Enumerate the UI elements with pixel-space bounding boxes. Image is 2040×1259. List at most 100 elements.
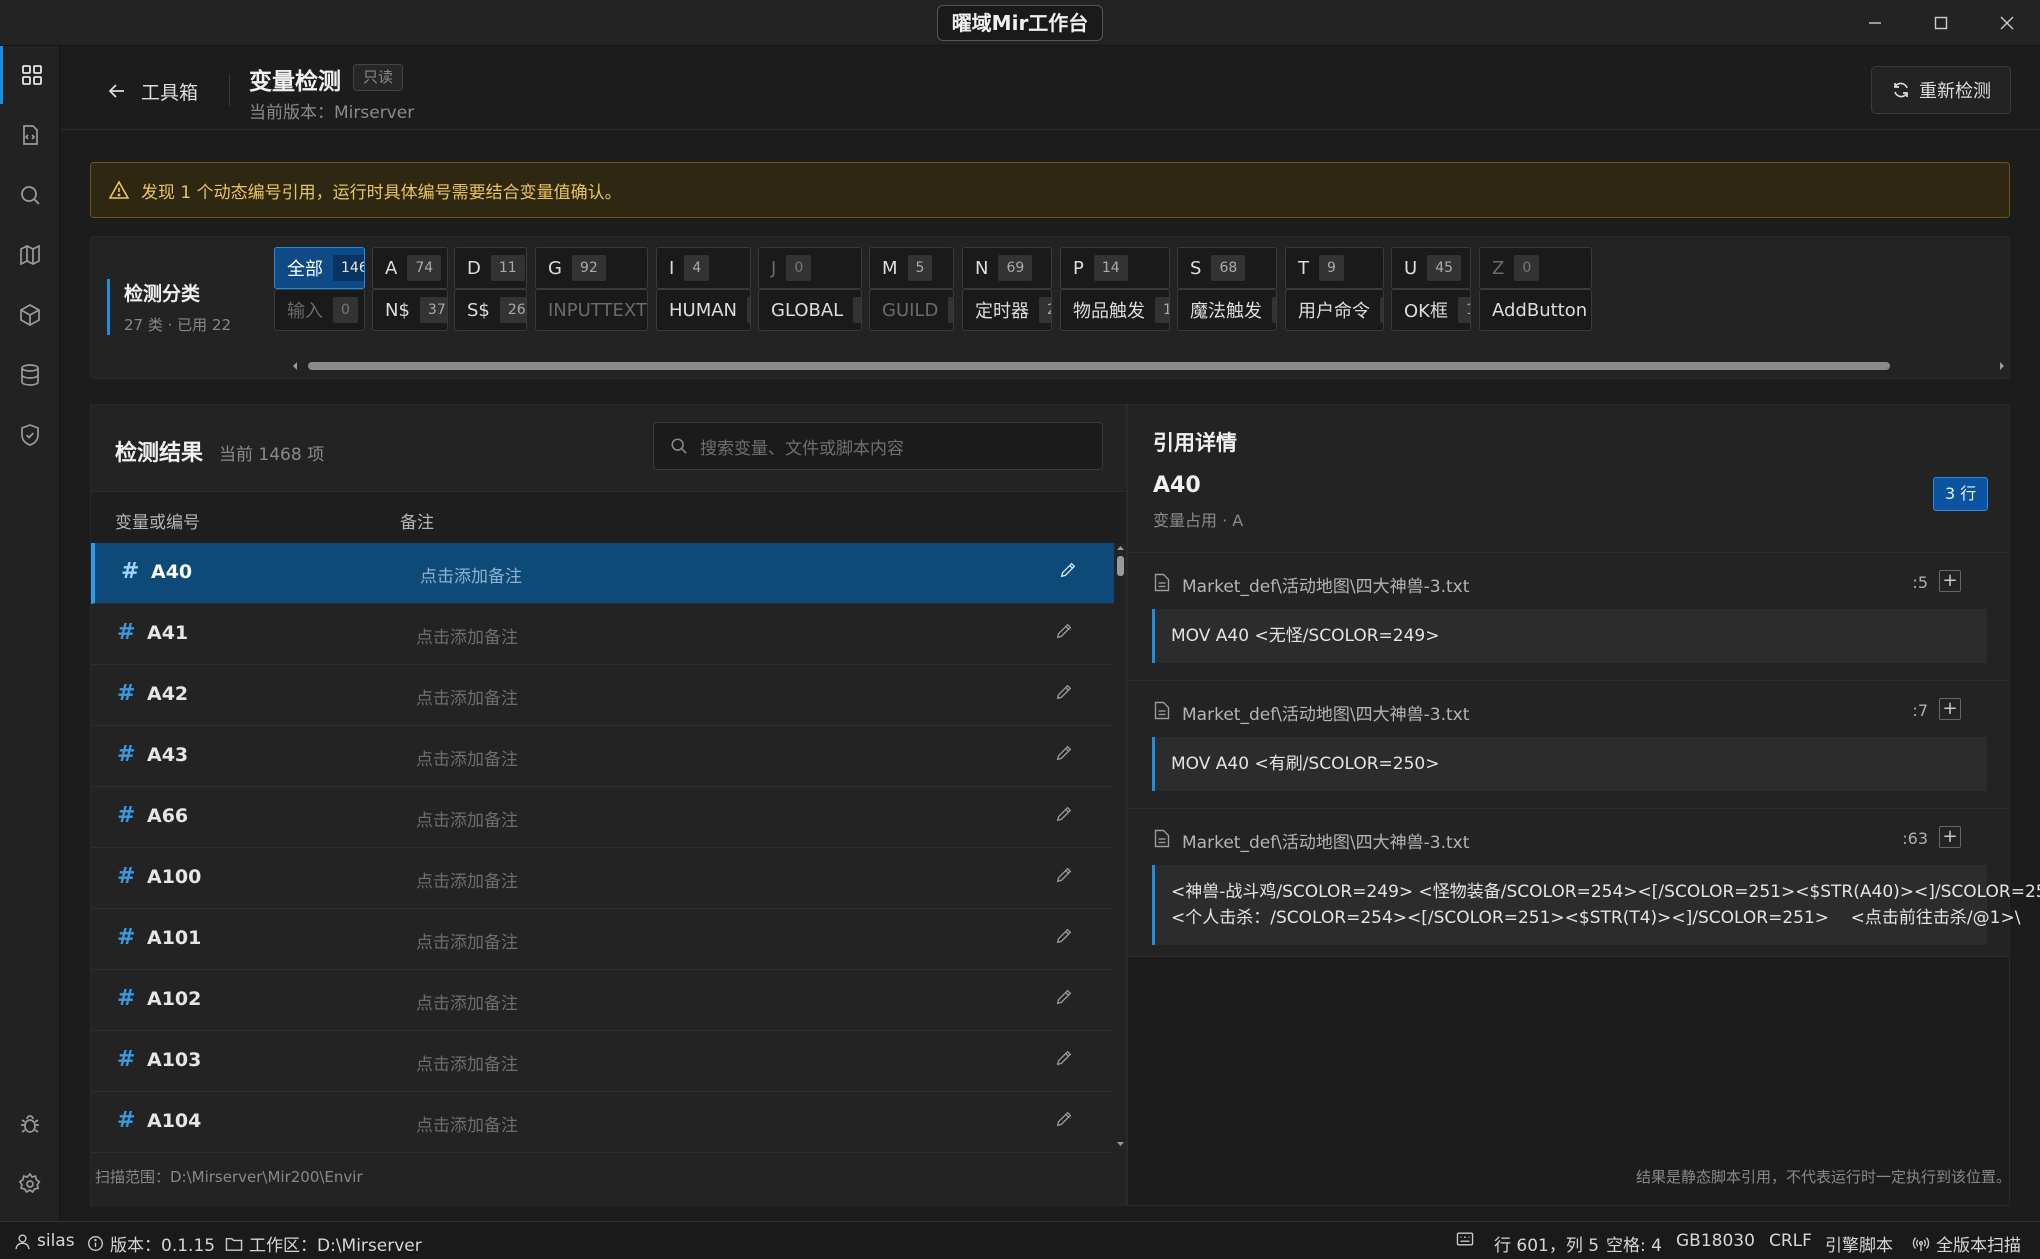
edit-button[interactable] bbox=[1055, 622, 1073, 644]
rescan-button[interactable]: 重新检测 bbox=[1871, 66, 2011, 114]
activity-security[interactable] bbox=[0, 406, 60, 464]
category-chip[interactable]: HUMAN 4 bbox=[656, 289, 751, 331]
activity-items[interactable] bbox=[0, 286, 60, 344]
pencil-icon bbox=[1056, 867, 1072, 883]
result-row[interactable]: # A103 点击添加备注 bbox=[91, 1031, 1114, 1092]
edit-button[interactable] bbox=[1055, 866, 1073, 888]
status-scan[interactable]: 全版本扫描 bbox=[1912, 1231, 2021, 1256]
note-field[interactable]: 点击添加备注 bbox=[416, 806, 518, 831]
horizontal-scroll-thumb[interactable] bbox=[308, 362, 1890, 370]
note-field[interactable]: 点击添加备注 bbox=[416, 867, 518, 892]
minimize-button[interactable] bbox=[1842, 0, 1908, 46]
result-row[interactable]: # A100 点击添加备注 bbox=[91, 848, 1114, 909]
activity-debug[interactable] bbox=[0, 1095, 60, 1153]
edit-button[interactable] bbox=[1055, 988, 1073, 1010]
category-chip[interactable]: U 45 bbox=[1391, 247, 1471, 289]
back-button[interactable]: 工具箱 bbox=[107, 74, 198, 108]
category-chip[interactable]: 用户命令 1 bbox=[1285, 289, 1384, 331]
category-chip-label: 输入 bbox=[287, 301, 323, 322]
category-chip[interactable]: S$ 268 bbox=[454, 289, 527, 331]
category-chip[interactable]: INPUTTEXT0 bbox=[535, 289, 648, 331]
maximize-button[interactable] bbox=[1908, 0, 1974, 46]
category-chip[interactable]: D 11 bbox=[454, 247, 527, 289]
category-chip[interactable]: A 74 bbox=[372, 247, 448, 289]
status-eol[interactable]: CRLF bbox=[1769, 1231, 1812, 1251]
reference-file[interactable]: Market_def\活动地图\四大神兽-3.txt bbox=[1182, 700, 1469, 725]
expand-button[interactable]: + bbox=[1939, 570, 1961, 592]
result-row[interactable]: # A40 点击添加备注 bbox=[91, 543, 1114, 604]
edit-button[interactable] bbox=[1055, 683, 1073, 705]
category-chip[interactable]: 全部 1468 bbox=[274, 247, 365, 289]
edit-button[interactable] bbox=[1055, 805, 1073, 827]
expand-button[interactable]: + bbox=[1939, 698, 1961, 720]
status-workspace[interactable]: 工作区：D:\Mirserver bbox=[225, 1231, 422, 1256]
category-chip[interactable]: GUILD 0 bbox=[869, 289, 954, 331]
variable-name: A101 bbox=[147, 927, 202, 949]
note-field[interactable]: 点击添加备注 bbox=[416, 745, 518, 770]
category-chip[interactable]: 物品触发 122 bbox=[1060, 289, 1170, 331]
note-field[interactable]: 点击添加备注 bbox=[420, 562, 522, 587]
note-field[interactable]: 点击添加备注 bbox=[416, 1050, 518, 1075]
note-field[interactable]: 点击添加备注 bbox=[416, 1111, 518, 1136]
note-field[interactable]: 点击添加备注 bbox=[416, 684, 518, 709]
note-field[interactable]: 点击添加备注 bbox=[416, 989, 518, 1014]
category-chip[interactable]: AddButton25 bbox=[1479, 289, 1592, 331]
close-button[interactable] bbox=[1974, 0, 2040, 46]
category-chip-count: 268 bbox=[499, 297, 526, 323]
category-chip[interactable]: OK框 1 bbox=[1391, 289, 1471, 331]
status-encoding[interactable]: GB18030 bbox=[1676, 1231, 1755, 1251]
status-position[interactable]: 行 601，列 5 bbox=[1494, 1231, 1599, 1256]
activity-scripts[interactable] bbox=[0, 106, 60, 164]
edit-button[interactable] bbox=[1055, 927, 1073, 949]
category-chip[interactable]: P 14 bbox=[1060, 247, 1170, 289]
result-row[interactable]: # A43 点击添加备注 bbox=[91, 726, 1114, 787]
category-chip[interactable]: Z0 bbox=[1479, 247, 1592, 289]
activity-search[interactable] bbox=[0, 166, 60, 224]
result-row[interactable]: # A41 点击添加备注 bbox=[91, 604, 1114, 665]
category-chip[interactable]: 定时器 26 bbox=[962, 289, 1052, 331]
category-chip[interactable]: J0 bbox=[758, 247, 862, 289]
activity-dashboard[interactable] bbox=[0, 46, 60, 104]
result-row[interactable]: # A101 点击添加备注 bbox=[91, 909, 1114, 970]
activity-map[interactable] bbox=[0, 226, 60, 284]
status-keyboard[interactable] bbox=[1456, 1231, 1474, 1247]
result-row[interactable]: # A104 点击添加备注 bbox=[91, 1092, 1114, 1153]
bug-icon bbox=[21, 1115, 39, 1133]
category-chip[interactable]: S 68 bbox=[1177, 247, 1277, 289]
category-chip[interactable]: 输入 0 bbox=[274, 289, 365, 331]
edit-button[interactable] bbox=[1055, 1110, 1073, 1132]
category-chip[interactable]: G 92 bbox=[535, 247, 648, 289]
edit-button[interactable] bbox=[1055, 1049, 1073, 1071]
activity-database[interactable] bbox=[0, 346, 60, 404]
edit-button[interactable] bbox=[1055, 744, 1073, 766]
result-row[interactable]: # A42 点击添加备注 bbox=[91, 665, 1114, 726]
status-user[interactable]: silas bbox=[14, 1231, 75, 1251]
result-row[interactable]: # A102 点击添加备注 bbox=[91, 970, 1114, 1031]
result-row[interactable]: # A66 点击添加备注 bbox=[91, 787, 1114, 848]
edit-button[interactable] bbox=[1059, 561, 1077, 583]
category-chip[interactable]: 魔法触发 1 bbox=[1177, 289, 1277, 331]
activity-settings[interactable] bbox=[0, 1155, 60, 1213]
expand-button[interactable]: + bbox=[1939, 826, 1961, 848]
category-chip[interactable]: N 69 bbox=[962, 247, 1052, 289]
note-field[interactable]: 点击添加备注 bbox=[416, 928, 518, 953]
reference-file[interactable]: Market_def\活动地图\四大神兽-3.txt bbox=[1182, 572, 1469, 597]
status-workspace-label: 工作区：D:\Mirserver bbox=[249, 1236, 422, 1256]
rescan-label: 重新检测 bbox=[1919, 81, 1991, 102]
note-field[interactable]: 点击添加备注 bbox=[416, 623, 518, 648]
header-divider bbox=[229, 74, 230, 106]
broadcast-icon bbox=[1912, 1236, 1930, 1251]
vertical-scroll-thumb[interactable] bbox=[1117, 556, 1124, 576]
search-input[interactable]: 搜索变量、文件或脚本内容 bbox=[653, 422, 1103, 470]
reference-file[interactable]: Market_def\活动地图\四大神兽-3.txt bbox=[1182, 828, 1469, 853]
category-chip[interactable]: N$ 377 bbox=[372, 289, 448, 331]
status-spaces[interactable]: 空格: 4 bbox=[1606, 1231, 1662, 1256]
category-chip-label: S$ bbox=[467, 299, 490, 321]
vertical-scrollbar[interactable] bbox=[1115, 543, 1126, 1149]
category-chip[interactable]: I4 bbox=[656, 247, 751, 289]
horizontal-scrollbar[interactable] bbox=[291, 359, 2006, 371]
status-engine[interactable]: 引擎脚本 bbox=[1825, 1231, 1893, 1256]
category-chip[interactable]: T9 bbox=[1285, 247, 1384, 289]
category-chip[interactable]: GLOBAL 161 bbox=[758, 289, 862, 331]
category-chip[interactable]: M5 bbox=[869, 247, 954, 289]
